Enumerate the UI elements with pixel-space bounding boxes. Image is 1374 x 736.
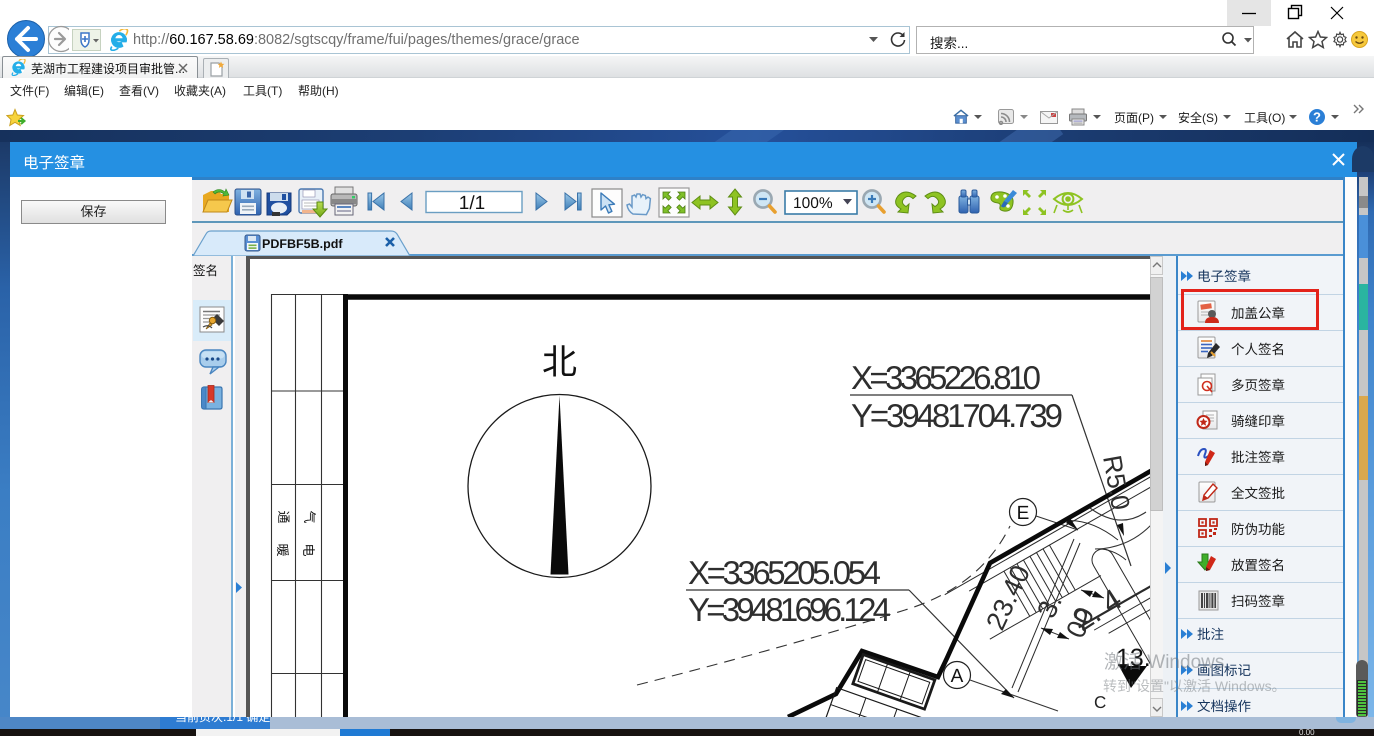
svg-text:扫码签章: 扫码签章 <box>1231 594 1285 609</box>
svg-text:文档操作: 文档操作 <box>1197 699 1251 714</box>
svg-text:气: 气 <box>302 510 317 523</box>
svg-text:Y=39481696.124: Y=39481696.124 <box>688 591 891 628</box>
svg-text:PDFBF5B.pdf: PDFBF5B.pdf <box>262 237 343 251</box>
svg-text:电: 电 <box>301 543 316 556</box>
svg-text:3.: 3. <box>1031 589 1068 622</box>
svg-text:1/1: 1/1 <box>459 193 485 214</box>
svg-text:E: E <box>1017 503 1030 524</box>
svg-text:通: 通 <box>276 510 291 523</box>
svg-text:R5.0: R5.0 <box>1097 453 1136 512</box>
svg-text:A: A <box>951 666 964 687</box>
svg-text:X=3365226.810: X=3365226.810 <box>851 359 1041 396</box>
svg-text:骑缝印章: 骑缝印章 <box>1231 414 1285 429</box>
svg-text:全文签批: 全文签批 <box>1231 486 1285 501</box>
svg-text:X=3365205.054: X=3365205.054 <box>688 554 881 591</box>
svg-text:批注签章: 批注签章 <box>1231 450 1285 465</box>
svg-text:批注: 批注 <box>1197 627 1224 642</box>
svg-text:防伪功能: 防伪功能 <box>1231 522 1285 537</box>
svg-text:个人签名: 个人签名 <box>1231 342 1285 357</box>
svg-text:北: 北 <box>542 343 577 382</box>
svg-text:Y=39481704.739: Y=39481704.739 <box>851 397 1063 434</box>
svg-text:暖: 暖 <box>275 543 290 556</box>
svg-text:?: ? <box>1313 110 1321 125</box>
svg-text:放置签名: 放置签名 <box>1231 558 1285 573</box>
svg-text:100%: 100% <box>793 195 833 212</box>
svg-text:电子签章: 电子签章 <box>1197 269 1251 284</box>
svg-text:多页签章: 多页签章 <box>1231 378 1285 393</box>
